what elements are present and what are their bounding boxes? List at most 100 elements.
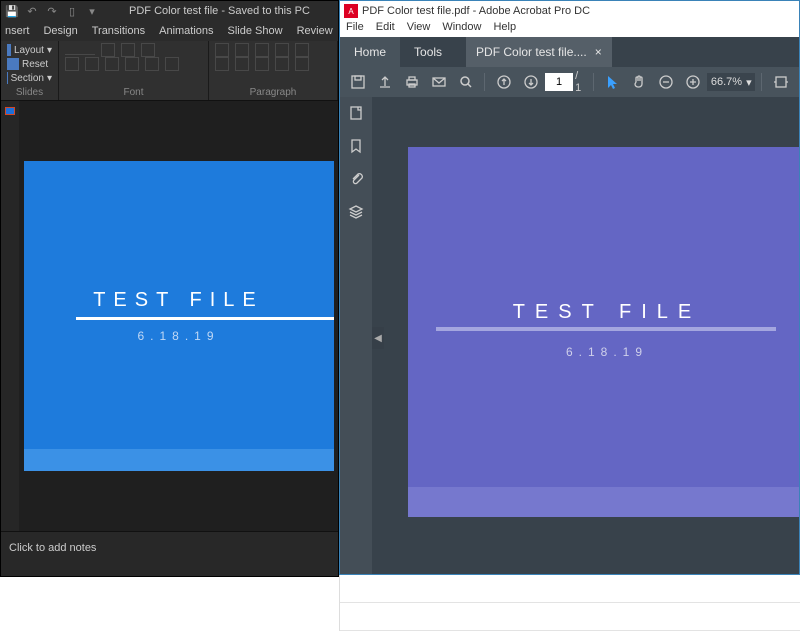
document-tab-label: PDF Color test file.... <box>476 45 587 59</box>
collapse-rail-icon[interactable]: ◀ <box>372 327 384 349</box>
tab-tools[interactable]: Tools <box>400 37 456 67</box>
menu-view[interactable]: View <box>407 21 431 37</box>
ribbon-group-paragraph: Paragraph <box>209 41 338 100</box>
bookmark-icon[interactable] <box>349 138 363 157</box>
layout-label: Layout <box>14 45 44 56</box>
slide-thumbnail-1[interactable] <box>5 107 15 115</box>
slide-title: TEST FILE <box>24 289 334 312</box>
slide-subtitle: 6.18.19 <box>24 329 334 343</box>
page-number-input[interactable] <box>545 73 573 91</box>
separator <box>761 73 762 91</box>
tab-bar: Home Tools PDF Color test file.... × <box>340 37 799 67</box>
document-tab[interactable]: PDF Color test file.... × <box>466 37 612 67</box>
chevron-down-icon: ▾ <box>47 73 52 84</box>
layers-icon[interactable] <box>348 204 364 223</box>
menu-bar: File Edit View Window Help <box>340 21 799 37</box>
para-row-1 <box>215 43 331 57</box>
group-label-slides: Slides <box>7 87 52 98</box>
menu-window[interactable]: Window <box>442 21 481 37</box>
slide-footer-band <box>24 449 334 471</box>
page-footer-band <box>408 487 799 517</box>
search-icon[interactable] <box>454 71 479 93</box>
chevron-down-icon: ▾ <box>47 45 52 56</box>
section-icon <box>7 72 8 84</box>
tab-slideshow[interactable]: Slide Show <box>228 25 283 37</box>
window-title: PDF Color test file - Saved to this PC <box>105 5 334 17</box>
tab-review[interactable]: Review <box>297 25 333 37</box>
email-icon[interactable] <box>427 71 452 93</box>
pdf-page-1[interactable]: TEST FILE 6.18.19 <box>408 147 799 517</box>
close-tab-icon[interactable]: × <box>595 45 602 59</box>
ribbon-tabs: nsert Design Transitions Animations Slid… <box>1 21 338 41</box>
font-row-2 <box>65 57 202 71</box>
group-label-paragraph: Paragraph <box>215 87 331 98</box>
work-area: TEST FILE 6.18.19 <box>1 101 338 531</box>
list-row <box>340 603 800 631</box>
zoom-out-icon[interactable] <box>653 71 678 93</box>
thumbnail-rail[interactable] <box>1 101 19 531</box>
menu-file[interactable]: File <box>346 21 364 37</box>
tab-transitions[interactable]: Transitions <box>92 25 145 37</box>
reset-label: Reset <box>22 59 48 70</box>
document-area: ◀ TEST FILE 6.18.19 <box>340 97 799 574</box>
layout-icon <box>7 44 11 56</box>
notes-placeholder: Click to add notes <box>9 542 96 554</box>
reset-button[interactable]: Reset <box>7 57 52 71</box>
title-bar: A PDF Color test file.pdf - Adobe Acroba… <box>340 1 799 21</box>
slide-1[interactable]: TEST FILE 6.18.19 <box>24 161 334 471</box>
selection-tool-icon[interactable] <box>600 71 625 93</box>
redo-icon[interactable]: ↷ <box>45 4 59 18</box>
print-icon[interactable] <box>400 71 425 93</box>
zoom-in-icon[interactable] <box>680 71 705 93</box>
separator <box>484 73 485 91</box>
font-row-1 <box>65 43 202 57</box>
prev-page-icon[interactable] <box>491 71 516 93</box>
notes-pane[interactable]: Click to add notes <box>1 531 338 576</box>
tab-insert[interactable]: nsert <box>5 25 29 37</box>
save-icon[interactable] <box>346 71 371 93</box>
hand-tool-icon[interactable] <box>627 71 652 93</box>
background-area <box>339 575 800 631</box>
ribbon-group-slides: Layout▾ Reset Section▾ Slides <box>1 41 59 100</box>
start-show-icon[interactable]: ▯ <box>65 4 79 18</box>
page-title: TEST FILE <box>408 301 799 324</box>
tab-home[interactable]: Home <box>340 37 400 67</box>
zoom-value: 66.7% <box>711 76 742 88</box>
group-label-font: Font <box>65 87 202 98</box>
menu-help[interactable]: Help <box>493 21 516 37</box>
ribbon: Layout▾ Reset Section▾ Slides Font Parag… <box>1 41 338 101</box>
page-subtitle: 6.18.19 <box>408 345 799 359</box>
para-row-2 <box>215 57 331 71</box>
window-title: PDF Color test file.pdf - Adobe Acrobat … <box>362 5 590 17</box>
tab-animations[interactable]: Animations <box>159 25 213 37</box>
nav-rail <box>340 97 372 574</box>
attachment-icon[interactable] <box>349 171 363 190</box>
layout-button[interactable]: Layout▾ <box>7 43 52 57</box>
export-icon[interactable] <box>373 71 398 93</box>
save-icon[interactable]: 💾 <box>5 4 19 18</box>
thumbnails-icon[interactable] <box>348 105 364 124</box>
slide-canvas[interactable]: TEST FILE 6.18.19 <box>19 101 338 531</box>
page-stage[interactable]: ◀ TEST FILE 6.18.19 <box>372 97 799 574</box>
tab-design[interactable]: Design <box>43 25 77 37</box>
zoom-combobox[interactable]: 66.7% ▾ <box>707 73 755 91</box>
undo-icon[interactable]: ↶ <box>25 4 39 18</box>
acrobat-window: A PDF Color test file.pdf - Adobe Acroba… <box>339 0 800 575</box>
toolbar: / 1 66.7% ▾ <box>340 67 799 97</box>
fit-width-icon[interactable] <box>768 71 793 93</box>
separator <box>593 73 594 91</box>
slide-divider <box>76 317 334 320</box>
chevron-down-icon: ▾ <box>746 76 752 89</box>
next-page-icon[interactable] <box>518 71 543 93</box>
page-divider <box>436 327 776 331</box>
section-button[interactable]: Section▾ <box>7 71 52 85</box>
qat: 💾 ↶ ↷ ▯ ▾ PDF Color test file - Saved to… <box>1 1 338 21</box>
page-count: / 1 <box>575 70 587 94</box>
qat-more-icon[interactable]: ▾ <box>85 4 99 18</box>
powerpoint-window: 💾 ↶ ↷ ▯ ▾ PDF Color test file - Saved to… <box>0 0 339 577</box>
list-row <box>340 575 800 603</box>
section-label: Section <box>11 73 44 84</box>
pdf-app-icon: A <box>344 4 358 18</box>
menu-edit[interactable]: Edit <box>376 21 395 37</box>
reset-icon <box>7 58 19 70</box>
